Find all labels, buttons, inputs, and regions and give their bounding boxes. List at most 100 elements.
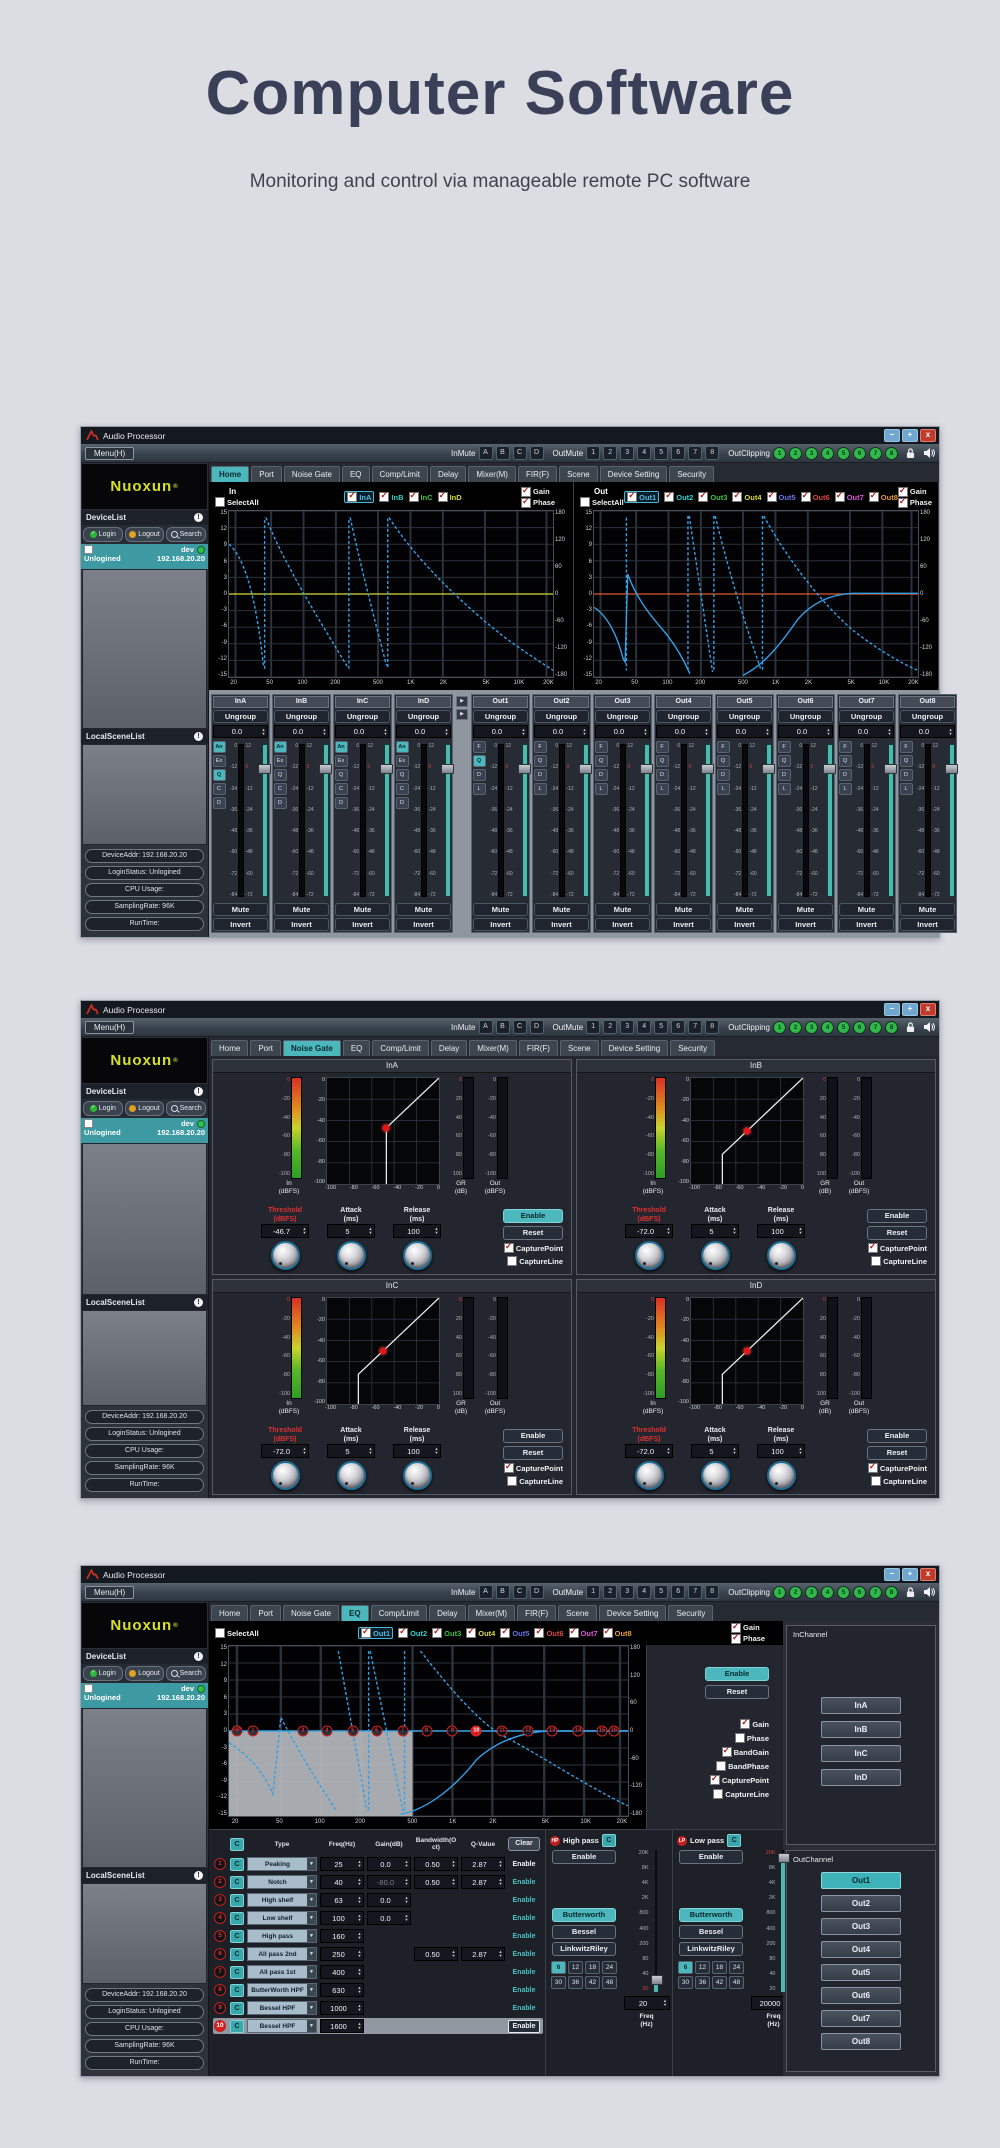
spinner-arrows-icon[interactable] <box>450 1860 457 1868</box>
capture-point-checkbox[interactable]: CapturePoint <box>868 1463 927 1473</box>
status-button[interactable]: SamplingRate: 96K <box>85 900 204 914</box>
eq-band-marker[interactable]: 5 <box>347 1726 358 1737</box>
copy-button[interactable]: C <box>230 1948 244 1961</box>
outmute-key[interactable]: 6 <box>671 446 685 460</box>
tab[interactable]: Security <box>668 1605 713 1621</box>
fader-handle-icon[interactable] <box>441 764 454 774</box>
band-type-select[interactable]: ButterWorth HPF <box>247 1983 317 1997</box>
band-freq-spinner[interactable]: 1600 <box>320 2019 364 2033</box>
status-button[interactable]: RunTime: <box>85 917 204 931</box>
freq-slider[interactable] <box>651 1850 661 1992</box>
channel-mode-button[interactable]: L <box>656 783 669 795</box>
inmute-key[interactable]: D <box>530 446 544 460</box>
dropdown-arrow-icon[interactable] <box>307 1894 316 1906</box>
status-button[interactable]: RunTime: <box>85 1478 204 1492</box>
inmute-key[interactable]: C <box>513 1585 527 1599</box>
band-type-select[interactable]: Low shelf <box>247 1911 317 1925</box>
volume-fader[interactable] <box>319 744 329 897</box>
band-type-select[interactable]: Bessel HPF <box>247 2001 317 2015</box>
inmute-key[interactable]: B <box>496 1020 510 1034</box>
status-button[interactable]: RunTime: <box>85 2056 204 2070</box>
band-gain-spinner[interactable]: -80.0 <box>367 1875 411 1889</box>
ungroup-button[interactable]: Ungroup <box>335 710 390 723</box>
outmute-key[interactable]: 1 <box>586 1585 600 1599</box>
filter-type-button[interactable]: LinkwitzRiley <box>679 1942 743 1956</box>
clear-button[interactable]: Clear <box>508 1837 540 1851</box>
menu-button[interactable]: Menu(H) <box>85 1586 134 1599</box>
in-channel-button[interactable]: InC <box>821 1745 901 1762</box>
tab[interactable]: Comp/Limit <box>372 466 428 482</box>
copy-button[interactable]: C <box>230 1984 244 1997</box>
tab[interactable]: Comp/Limit <box>372 1040 428 1056</box>
spinner-arrows-icon[interactable] <box>301 1227 308 1235</box>
release-knob[interactable] <box>403 1241 432 1270</box>
fader-handle-icon[interactable] <box>884 764 897 774</box>
outmute-key[interactable]: 7 <box>688 1585 702 1599</box>
display-option-checkbox[interactable]: CaptureLine <box>713 1789 769 1799</box>
channel-checkbox[interactable]: InC <box>409 491 433 503</box>
channel-mode-button[interactable]: An <box>213 741 226 753</box>
volume-fader[interactable] <box>945 744 955 897</box>
ungroup-button[interactable]: Ungroup <box>839 710 894 723</box>
status-button[interactable]: DeviceAddr: 192.168.20.20 <box>85 849 204 863</box>
channel-checkbox[interactable]: Out8 <box>869 491 898 503</box>
channel-mode-button[interactable]: D <box>900 769 913 781</box>
inmute-key[interactable]: D <box>530 1585 544 1599</box>
channel-mode-button[interactable]: Q <box>274 769 287 781</box>
band-enable-button[interactable]: Enable <box>508 1933 540 1940</box>
copy-button[interactable]: C <box>230 1894 244 1907</box>
band-enable-button[interactable]: Enable <box>508 2020 540 2033</box>
spinner-arrows-icon[interactable] <box>662 1999 669 2007</box>
channel-checkbox[interactable]: Out6 <box>534 1627 563 1639</box>
band-q-spinner[interactable]: 2.87 <box>461 1857 505 1871</box>
threshold-point[interactable] <box>383 1124 390 1131</box>
spinner-arrows-icon[interactable] <box>356 1878 363 1886</box>
inmute-key[interactable]: B <box>496 446 510 460</box>
invert-button[interactable]: Invert <box>473 918 528 931</box>
slope-button[interactable]: 24 <box>729 1961 744 1974</box>
ungroup-button[interactable]: Ungroup <box>595 710 650 723</box>
tab[interactable]: Port <box>251 466 282 482</box>
volume-fader[interactable] <box>441 744 451 897</box>
display-option-checkbox[interactable]: BandGain <box>722 1747 769 1757</box>
eq-band-row[interactable]: 7 C All pass 1st 400 Enable <box>213 1964 543 1980</box>
threshold-point[interactable] <box>744 1128 751 1135</box>
channel-mode-button[interactable]: D <box>213 797 226 809</box>
capture-line-checkbox[interactable]: CaptureLine <box>871 1256 927 1266</box>
status-button[interactable]: SamplingRate: 96K <box>85 1461 204 1475</box>
tab[interactable]: Home <box>211 1040 248 1056</box>
display-option-checkbox[interactable]: BandPhase <box>716 1761 769 1771</box>
band-enable-button[interactable]: Enable <box>508 2005 540 2012</box>
slope-button[interactable]: 6 <box>678 1961 693 1974</box>
copy-button[interactable]: C <box>727 1834 741 1847</box>
ungroup-button[interactable]: Ungroup <box>473 710 528 723</box>
tab[interactable]: Mixer(M) <box>468 466 516 482</box>
filter-type-button[interactable]: Bessel <box>679 1925 743 1939</box>
band-enable-button[interactable]: Enable <box>508 1951 540 1958</box>
dropdown-arrow-icon[interactable] <box>307 2020 316 2032</box>
channel-mode-button[interactable]: Ex <box>396 755 409 767</box>
channel-mode-button[interactable]: C <box>335 783 348 795</box>
gate-transfer-plot[interactable] <box>690 1077 804 1185</box>
dropdown-arrow-icon[interactable] <box>307 1876 316 1888</box>
status-button[interactable]: DeviceAddr: 192.168.20.20 <box>85 1988 204 2002</box>
slider-handle-icon[interactable] <box>651 1975 663 1985</box>
slope-button[interactable]: 24 <box>602 1961 617 1974</box>
slope-button[interactable]: 36 <box>695 1976 710 1989</box>
spinner-arrows-icon[interactable] <box>731 1447 738 1455</box>
outmute-key[interactable]: 8 <box>705 1020 719 1034</box>
search-button[interactable]: Search <box>166 1101 206 1116</box>
device-list-item[interactable]: dev Unlogined192.168.20.20 <box>81 1683 208 1708</box>
capture-line-checkbox[interactable]: CaptureLine <box>507 1476 563 1486</box>
channel-mode-button[interactable]: D <box>473 769 486 781</box>
invert-button[interactable]: Invert <box>900 918 955 931</box>
status-button[interactable]: CPU Usage: <box>85 883 204 897</box>
band-enable-button[interactable]: Enable <box>508 1861 540 1868</box>
channel-checkbox[interactable]: Out4 <box>466 1627 495 1639</box>
tab[interactable]: Noise Gate <box>283 1605 339 1621</box>
ungroup-button[interactable]: Ungroup <box>656 710 711 723</box>
volume-fader[interactable] <box>518 744 528 897</box>
spinner-arrows-icon[interactable] <box>797 1447 804 1455</box>
slope-button[interactable]: 30 <box>678 1976 693 1989</box>
gain-spinner[interactable]: 0.0 <box>656 725 711 738</box>
